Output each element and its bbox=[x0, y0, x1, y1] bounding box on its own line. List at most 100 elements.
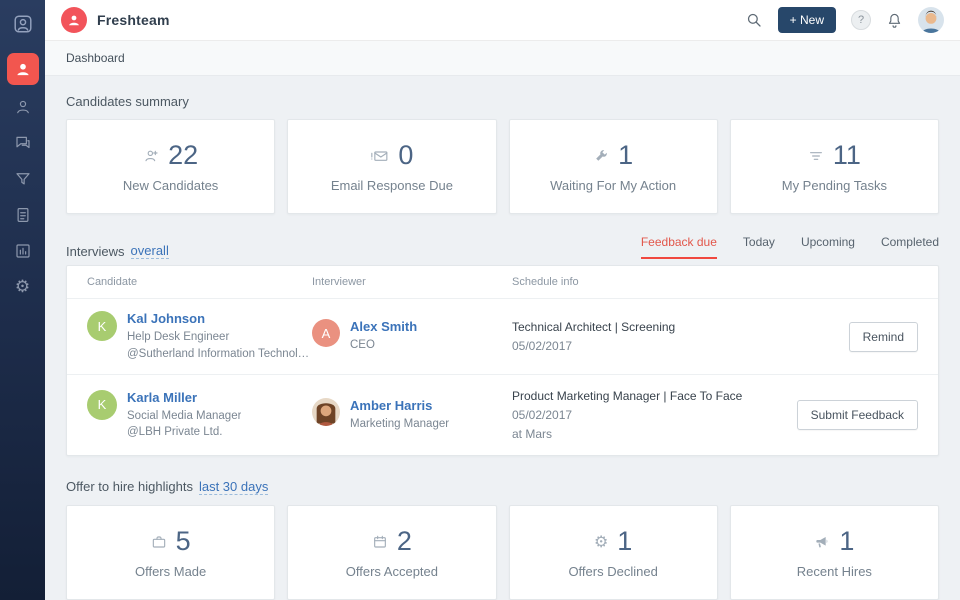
interviews-filter-link[interactable]: overall bbox=[130, 243, 169, 259]
new-candidates-icon bbox=[143, 148, 159, 164]
schedule-date: 05/02/2017 bbox=[512, 338, 573, 353]
stat-label: Recent Hires bbox=[796, 564, 872, 580]
tab-upcoming[interactable]: Upcoming bbox=[801, 235, 855, 259]
top-header: Freshteam + New ? bbox=[45, 0, 960, 41]
breadcrumb[interactable]: Dashboard bbox=[66, 51, 125, 65]
interviewer-cell: Amber Harris Marketing Manager bbox=[312, 397, 512, 433]
sidebar-item-settings[interactable]: ⚙ bbox=[0, 269, 45, 305]
table-row: K Karla Miller Social Media Manager @LBH… bbox=[67, 374, 938, 455]
document-icon bbox=[17, 208, 28, 222]
app-title: Freshteam bbox=[97, 12, 170, 28]
table-row: K Kal Johnson Help Desk Engineer @Suther… bbox=[67, 299, 938, 374]
interviewer-name-link[interactable]: Amber Harris bbox=[350, 398, 449, 413]
header-controls: + New ? bbox=[745, 7, 944, 33]
table-header-row: Candidate Interviewer Schedule info bbox=[67, 266, 938, 299]
help-button[interactable]: ? bbox=[851, 10, 871, 30]
interviewer-title: Marketing Manager bbox=[350, 417, 450, 430]
section-title: Offer to hire highlights bbox=[66, 479, 193, 495]
remind-button[interactable]: Remind bbox=[848, 321, 918, 352]
user-avatar[interactable] bbox=[918, 7, 944, 33]
candidate-name-link[interactable]: Kal Johnson bbox=[127, 311, 312, 326]
col-candidate: Candidate bbox=[87, 276, 138, 288]
freshteam-logo[interactable] bbox=[61, 7, 87, 33]
candidate-cell: K Kal Johnson Help Desk Engineer @Suther… bbox=[87, 311, 312, 362]
interviewer-cell: A Alex Smith CEO bbox=[312, 319, 512, 354]
candidate-name-link[interactable]: Karla Miller bbox=[127, 390, 241, 405]
notifications-bell-icon[interactable] bbox=[886, 12, 903, 29]
stat-label: New Candidates bbox=[122, 178, 219, 193]
freshteam-person-icon bbox=[69, 15, 79, 26]
candidates-summary-head: Candidates summary bbox=[66, 94, 939, 109]
search-icon[interactable] bbox=[745, 11, 763, 29]
offer-highlights-head: Offer to hire highlights last 30 days bbox=[66, 479, 939, 496]
alert-envelope-icon bbox=[370, 148, 389, 164]
stat-label: Offers Accepted bbox=[345, 564, 438, 580]
sidebar-item-dashboard[interactable] bbox=[6, 53, 39, 85]
candidate-title: Help Desk Engineer bbox=[127, 331, 230, 343]
interviewer-title: CEO bbox=[350, 339, 375, 352]
stat-card-new-candidates[interactable]: 22 New Candidates bbox=[66, 119, 276, 214]
schedule-location: at Mars bbox=[512, 426, 553, 441]
sidebar-item-messages[interactable] bbox=[0, 125, 45, 161]
sidebar-item-candidates[interactable] bbox=[0, 89, 45, 125]
megaphone-icon bbox=[814, 534, 830, 550]
sidebar: ⚙ bbox=[0, 0, 45, 600]
stat-value: 1 bbox=[618, 140, 634, 170]
interviewer-name-link[interactable]: Alex Smith bbox=[350, 319, 417, 334]
stat-card-offers-made[interactable]: 5 Offers Made bbox=[66, 505, 276, 600]
stat-value: 11 bbox=[832, 140, 861, 170]
stat-value: 1 bbox=[617, 526, 633, 557]
stat-card-waiting-for-my-action[interactable]: 1 Waiting For My Action bbox=[508, 119, 718, 214]
briefcase-icon bbox=[151, 534, 167, 550]
interviews-tabs: Feedback due Today Upcoming Completed bbox=[640, 235, 939, 259]
schedule-cell: Product Marketing Manager | Face To Face… bbox=[512, 387, 778, 443]
tab-today[interactable]: Today bbox=[743, 235, 775, 259]
stat-card-offers-declined[interactable]: ⚙ 1 Offers Declined bbox=[508, 505, 718, 600]
tab-completed[interactable]: Completed bbox=[881, 235, 939, 259]
tab-feedback-due[interactable]: Feedback due bbox=[640, 235, 717, 259]
col-interviewer: Interviewer bbox=[312, 276, 366, 288]
sidebar-item-reports[interactable] bbox=[0, 233, 45, 269]
stat-label: Waiting For My Action bbox=[550, 178, 677, 193]
col-schedule-info: Schedule info bbox=[512, 276, 579, 288]
stat-card-email-response-due[interactable]: 0 Email Response Due bbox=[287, 119, 497, 214]
breadcrumb-bar: Dashboard bbox=[45, 41, 960, 76]
stat-value: 0 bbox=[398, 140, 414, 170]
sidebar-item-documents[interactable] bbox=[0, 197, 45, 233]
candidate-cell: K Karla Miller Social Media Manager @LBH… bbox=[87, 389, 312, 441]
candidate-title: Social Media Manager bbox=[127, 409, 242, 422]
candidate-company: @Sutherland Information Technolo... bbox=[127, 347, 312, 360]
app-root: ⚙ Freshteam + New ? Dashboard Candidates… bbox=[0, 0, 960, 600]
offer-filter-link[interactable]: last 30 days bbox=[198, 479, 269, 496]
stat-card-offers-accepted[interactable]: 2 Offers Accepted bbox=[287, 505, 497, 600]
funnel-icon bbox=[15, 173, 30, 185]
interviews-head: Interviews overall Feedback due Today Up… bbox=[66, 235, 939, 259]
interviewer-avatar: A bbox=[312, 319, 340, 348]
app-switcher-icon[interactable] bbox=[8, 9, 38, 39]
stat-label: My Pending Tasks bbox=[781, 178, 887, 193]
wrench-icon bbox=[593, 148, 609, 164]
sidebar-item-pipeline[interactable] bbox=[0, 161, 45, 197]
stat-card-recent-hires[interactable]: 1 Recent Hires bbox=[729, 505, 939, 600]
calendar-icon bbox=[372, 534, 388, 550]
dashboard-content: Candidates summary 22 New Candidates 0 E… bbox=[45, 76, 960, 600]
freshteam-person-icon bbox=[16, 63, 29, 76]
person-icon bbox=[16, 100, 29, 114]
col-actions bbox=[778, 276, 918, 288]
candidates-summary-cards: 22 New Candidates 0 Email Response Due 1… bbox=[66, 119, 939, 214]
stat-value: 1 bbox=[839, 526, 855, 557]
stat-label: Offers Declined bbox=[568, 564, 658, 580]
bar-chart-icon bbox=[15, 244, 30, 258]
interviewer-avatar-photo bbox=[312, 397, 340, 426]
schedule-date: 05/02/2017 bbox=[512, 407, 573, 422]
submit-feedback-button[interactable]: Submit Feedback bbox=[796, 400, 918, 431]
gear-icon: ⚙ bbox=[14, 276, 31, 297]
stat-label: Email Response Due bbox=[330, 178, 453, 193]
candidate-company: @LBH Private Ltd. bbox=[127, 426, 223, 439]
stat-label: Offers Made bbox=[134, 564, 207, 580]
schedule-role: Technical Architect | Screening bbox=[512, 320, 676, 335]
schedule-role: Product Marketing Manager | Face To Face bbox=[512, 389, 743, 404]
stat-card-my-pending-tasks[interactable]: 11 My Pending Tasks bbox=[729, 119, 939, 214]
new-button[interactable]: + New bbox=[777, 7, 836, 33]
section-title: Interviews bbox=[66, 244, 125, 259]
